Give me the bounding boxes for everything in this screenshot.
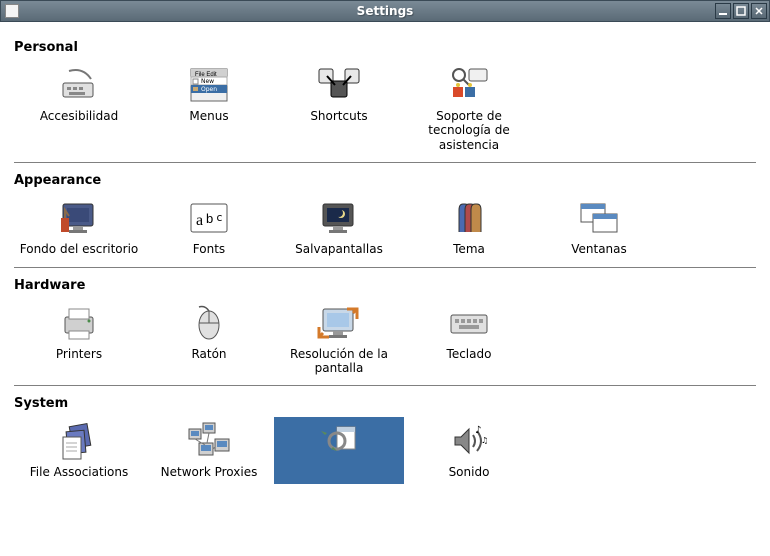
window-controls bbox=[715, 3, 767, 19]
settings-item[interactable]: Accesibilidad bbox=[14, 61, 144, 156]
svg-text:Open: Open bbox=[201, 86, 217, 93]
minimize-button[interactable] bbox=[715, 3, 731, 19]
settings-item[interactable]: Sesiones bbox=[274, 417, 404, 483]
keyboard-icon bbox=[445, 303, 493, 343]
category-separator bbox=[14, 385, 756, 386]
sessions-icon bbox=[315, 421, 363, 461]
svg-text:♫: ♫ bbox=[481, 436, 488, 445]
settings-item-label: Soporte de tecnología de asistencia bbox=[408, 109, 530, 152]
settings-item-label: Fonts bbox=[148, 242, 270, 256]
settings-item-label: Sesiones bbox=[278, 465, 400, 479]
fonts-icon: abc bbox=[185, 198, 233, 238]
svg-text:New: New bbox=[201, 78, 214, 85]
settings-item-label: Network Proxies bbox=[148, 465, 270, 479]
settings-item-label: Ventanas bbox=[538, 242, 660, 256]
file-assoc-icon bbox=[55, 421, 103, 461]
settings-item[interactable]: Soporte de tecnología de asistencia bbox=[404, 61, 534, 156]
settings-item[interactable]: abc Fonts bbox=[144, 194, 274, 260]
items-row: Printers Ratón Resolución de la pantalla Te… bbox=[14, 299, 756, 380]
theme-icon bbox=[445, 198, 493, 238]
settings-item-label: Accesibilidad bbox=[18, 109, 140, 123]
category-section: Hardware Printers Ratón Resolución de la pa… bbox=[14, 278, 756, 380]
svg-text:b: b bbox=[206, 211, 213, 226]
settings-item[interactable]: ♪♫ Sonido bbox=[404, 417, 534, 483]
keyboard-accessibility-icon bbox=[55, 65, 103, 105]
settings-item[interactable]: Network Proxies bbox=[144, 417, 274, 483]
assistive-tech-icon bbox=[445, 65, 493, 105]
settings-item-label: Shortcuts bbox=[278, 109, 400, 123]
category-section: Appearance Fondo del escritorio abc Fonts Sa… bbox=[14, 173, 756, 260]
screensaver-icon bbox=[315, 198, 363, 238]
category-separator bbox=[14, 267, 756, 268]
settings-content: Personal Accesibilidad File EditNewOpen Men… bbox=[0, 22, 770, 556]
shortcuts-icon bbox=[315, 65, 363, 105]
settings-item[interactable]: File EditNewOpen Menus bbox=[144, 61, 274, 156]
category-section: System File Associations Network Proxies Se… bbox=[14, 396, 756, 483]
items-row: Accesibilidad File EditNewOpen Menus Shortc… bbox=[14, 61, 756, 156]
settings-item-label: Teclado bbox=[408, 347, 530, 361]
proxies-icon bbox=[185, 421, 233, 461]
category-title: Hardware bbox=[14, 278, 756, 293]
settings-item[interactable]: Resolución de la pantalla bbox=[274, 299, 404, 380]
settings-item[interactable]: File Associations bbox=[14, 417, 144, 483]
settings-item-label: Fondo del escritorio bbox=[18, 242, 140, 256]
sound-icon: ♪♫ bbox=[445, 421, 493, 461]
settings-item-label: Menus bbox=[148, 109, 270, 123]
settings-item[interactable]: Printers bbox=[14, 299, 144, 380]
settings-item-label: Resolución de la pantalla bbox=[278, 347, 400, 376]
items-row: Fondo del escritorio abc Fonts Salvapantall… bbox=[14, 194, 756, 260]
svg-text:c: c bbox=[216, 211, 223, 224]
settings-item[interactable]: Shortcuts bbox=[274, 61, 404, 156]
printer-icon bbox=[55, 303, 103, 343]
settings-item-label: File Associations bbox=[18, 465, 140, 479]
settings-item-label: Ratón bbox=[148, 347, 270, 361]
settings-item[interactable]: Ratón bbox=[144, 299, 274, 380]
items-row: File Associations Network Proxies Sesiones… bbox=[14, 417, 756, 483]
category-title: System bbox=[14, 396, 756, 411]
svg-text:♪: ♪ bbox=[475, 425, 481, 436]
settings-item-label: Tema bbox=[408, 242, 530, 256]
wallpaper-icon bbox=[55, 198, 103, 238]
window-title: Settings bbox=[357, 4, 414, 18]
window-titlebar: Settings bbox=[0, 0, 770, 22]
settings-item[interactable]: Salvapantallas bbox=[274, 194, 404, 260]
mouse-icon bbox=[185, 303, 233, 343]
settings-item-label: Printers bbox=[18, 347, 140, 361]
window-icon bbox=[5, 4, 19, 18]
svg-text:a: a bbox=[196, 212, 203, 229]
category-separator bbox=[14, 162, 756, 163]
menus-icon: File EditNewOpen bbox=[185, 65, 233, 105]
category-title: Personal bbox=[14, 40, 756, 55]
settings-item[interactable]: Ventanas bbox=[534, 194, 664, 260]
settings-item[interactable]: Teclado bbox=[404, 299, 534, 380]
windows-icon bbox=[575, 198, 623, 238]
settings-item-label: Sonido bbox=[408, 465, 530, 479]
category-section: Personal Accesibilidad File EditNewOpen Men… bbox=[14, 40, 756, 156]
settings-item[interactable]: Tema bbox=[404, 194, 534, 260]
settings-item-label: Salvapantallas bbox=[278, 242, 400, 256]
maximize-button[interactable] bbox=[733, 3, 749, 19]
resolution-icon bbox=[315, 303, 363, 343]
settings-item[interactable]: Fondo del escritorio bbox=[14, 194, 144, 260]
close-button[interactable] bbox=[751, 3, 767, 19]
category-title: Appearance bbox=[14, 173, 756, 188]
